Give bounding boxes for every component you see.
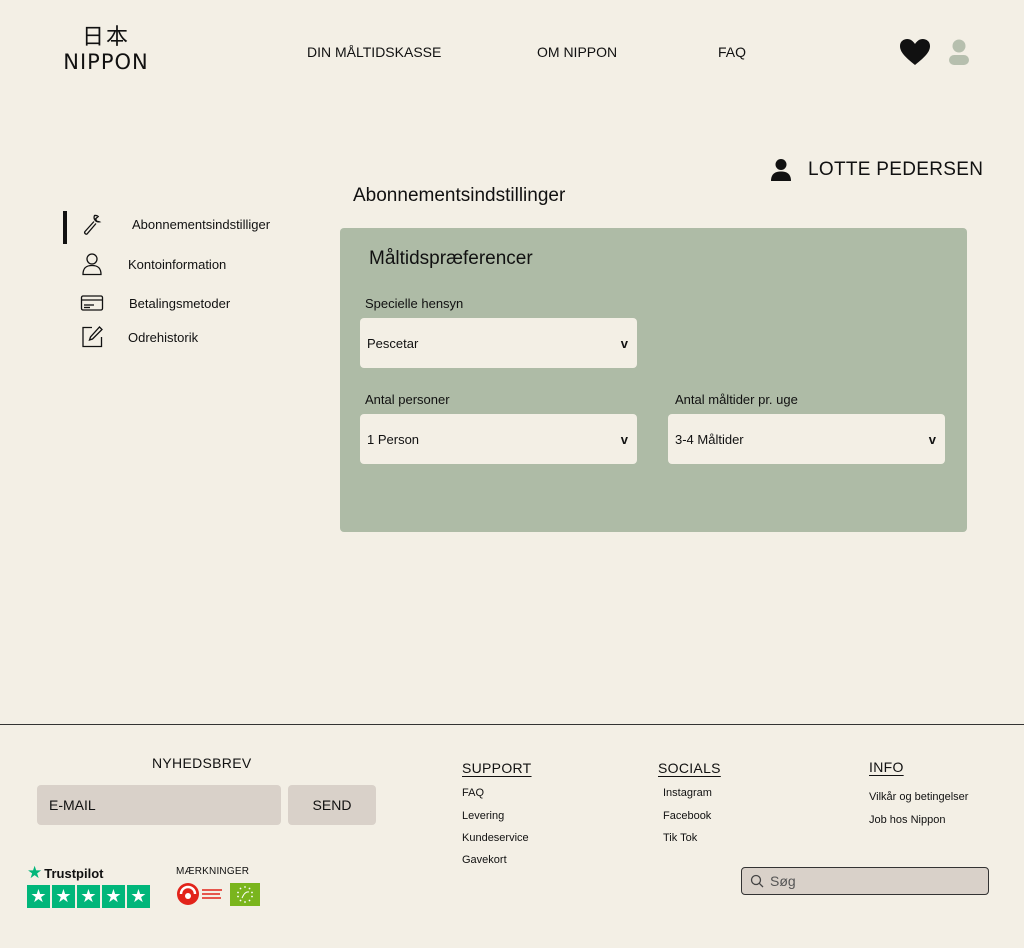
sidebar-item-subscription[interactable]: Abonnementsindstilliger	[80, 212, 270, 236]
sidebar-item-label: Kontoinformation	[128, 256, 227, 272]
wrench-icon	[84, 214, 102, 235]
newsletter-title: NYHEDSBREV	[152, 755, 252, 771]
footer-link-faq[interactable]: FAQ	[462, 787, 484, 799]
logo-kanji: 日本	[81, 25, 130, 50]
sidebar-item-orders[interactable]: Odrehistorik	[80, 325, 198, 349]
select-value: Pescetar	[367, 335, 419, 351]
select-value: 3-4 Måltider	[675, 431, 744, 447]
edit-icon	[82, 326, 103, 348]
marks-label: MÆRKNINGER	[176, 866, 250, 877]
footer-divider	[0, 724, 1024, 725]
sidebar-active-indicator	[63, 211, 67, 244]
footer-link-tiktok[interactable]: Tik Tok	[663, 832, 697, 844]
search-input[interactable]: Søg	[741, 867, 989, 895]
organic-control-badge-icon	[177, 883, 222, 905]
panel-title: Måltidspræferencer	[369, 248, 533, 269]
persons-select[interactable]: 1 Person v	[360, 414, 637, 464]
credit-card-icon	[80, 295, 104, 311]
meal-preferences-panel: Måltidspræferencer Specielle hensyn Pesc…	[340, 228, 967, 532]
select-value: 1 Person	[367, 431, 420, 447]
email-field[interactable]: E-MAIL	[37, 785, 281, 825]
star-icon: ★	[27, 885, 50, 908]
sidebar-item-label: Betalingsmetoder	[129, 295, 231, 311]
meals-label: Antal måltider pr. uge	[675, 392, 798, 407]
footer-link-instagram[interactable]: Instagram	[663, 787, 712, 799]
logo-word: NIPPON	[63, 50, 149, 74]
sidebar-item-label: Odrehistorik	[128, 329, 199, 345]
star-icon: ★	[52, 885, 75, 908]
socials-title: SOCIALS	[658, 760, 721, 776]
trustpilot-label: Trustpilot	[44, 865, 104, 881]
footer-link-giftcard[interactable]: Gavekort	[462, 854, 507, 866]
user-icon[interactable]	[946, 38, 972, 66]
account-name-label: LOTTE PEDERSEN	[808, 159, 984, 180]
logo[interactable]: 日本 NIPPON	[56, 25, 156, 75]
footer-link-customer-service[interactable]: Kundeservice	[462, 832, 529, 844]
nav-faq[interactable]: FAQ	[718, 44, 746, 60]
persons-label: Antal personer	[365, 392, 450, 407]
support-title: SUPPORT	[462, 760, 532, 776]
chevron-down-icon: v	[620, 335, 628, 351]
trustpilot-rating: ★ ★ ★ ★ ★	[27, 885, 152, 908]
chevron-down-icon: v	[620, 431, 628, 447]
send-button[interactable]: SEND	[288, 785, 376, 825]
footer-link-delivery[interactable]: Levering	[462, 810, 504, 822]
person-icon	[771, 159, 791, 181]
nav-about[interactable]: OM NIPPON	[537, 44, 617, 60]
star-icon: ★	[102, 885, 125, 908]
trustpilot-star-icon: ★	[27, 863, 43, 882]
search-icon	[750, 874, 764, 888]
trustpilot-badge[interactable]: ★ Trustpilot ★ ★ ★ ★ ★	[27, 863, 152, 908]
footer-link-jobs[interactable]: Job hos Nippon	[869, 814, 945, 826]
person-outline-icon	[82, 253, 102, 276]
heart-icon[interactable]	[899, 38, 931, 66]
sidebar-item-account[interactable]: Kontoinformation	[80, 252, 226, 276]
special-needs-select[interactable]: Pescetar v	[360, 318, 637, 368]
special-needs-label: Specielle hensyn	[365, 296, 464, 311]
sidebar-item-label: Abonnementsindstilliger	[132, 216, 271, 232]
star-icon: ★	[77, 885, 100, 908]
star-icon: ★	[127, 885, 150, 908]
meals-select[interactable]: 3-4 Måltider v	[668, 414, 945, 464]
sidebar-item-payment[interactable]: Betalingsmetoder	[80, 291, 230, 315]
search-placeholder: Søg	[770, 873, 796, 889]
chevron-down-icon: v	[928, 431, 936, 447]
account-name: LOTTE PEDERSEN	[770, 158, 983, 182]
footer-link-terms[interactable]: Vilkår og betingelser	[869, 791, 968, 803]
email-placeholder: E-MAIL	[49, 797, 96, 813]
info-title: INFO	[869, 759, 904, 775]
page-title: Abonnementsindstillinger	[353, 185, 566, 206]
nav-meal-box[interactable]: DIN MÅLTIDSKASSE	[307, 44, 441, 60]
eu-organic-leaf-icon	[230, 883, 260, 906]
footer-link-facebook[interactable]: Facebook	[663, 810, 711, 822]
